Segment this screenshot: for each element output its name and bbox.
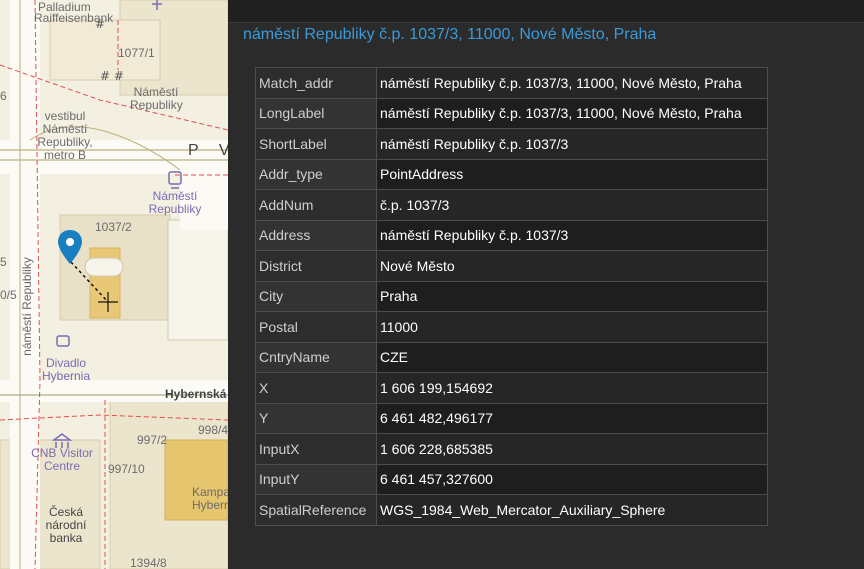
attribute-value[interactable]: CZE — [376, 341, 768, 373]
rail-crossing-icon: # # — [100, 69, 124, 83]
attribute-value[interactable]: náměstí Republiky č.p. 1037/3 — [376, 219, 768, 251]
map-label-ceska-narodni-banka: Česká národní banka — [45, 505, 87, 545]
map-label-building-number: 1037/2 — [95, 220, 132, 234]
attribute-key: Addr_type — [255, 158, 377, 190]
attribute-row: X1 606 199,154692 — [255, 372, 768, 404]
attribute-key: InputX — [255, 433, 377, 465]
map-label-building-number: 997/10 — [108, 462, 145, 476]
attribute-value[interactable]: 6 461 457,327600 — [376, 463, 768, 495]
attribute-value[interactable]: náměstí Republiky č.p. 1037/3 — [376, 128, 768, 160]
map-label-divadlo-hybernia: Divadlo Hybernia — [41, 356, 91, 383]
attribute-key: City — [255, 280, 377, 312]
attribute-value[interactable]: 1 606 199,154692 — [376, 372, 768, 404]
building-block — [167, 219, 228, 341]
attribute-row: InputY 6 461 457,327600 — [255, 463, 768, 495]
attribute-row: Y6 461 482,496177 — [255, 402, 768, 434]
attribute-row: SpatialReference WGS_1984_Web_Mercator_Au… — [255, 494, 768, 526]
popup-header-bar — [228, 0, 864, 23]
attribute-key: CntryName — [255, 341, 377, 373]
identify-popup: náměstí Republiky č.p. 1037/3, 11000, No… — [228, 0, 864, 569]
attribute-key: ShortLabel — [255, 128, 377, 160]
map-label-metro-station: Náměstí Republiky — [148, 189, 202, 216]
map-label-kampa-hybernia: Kampa Hybern — [192, 485, 228, 512]
attribute-key: X — [255, 372, 377, 404]
attribute-row: Addr_type PointAddress — [255, 158, 768, 190]
attribute-value[interactable]: PointAddress — [376, 158, 768, 190]
map-label-edge: 5 — [0, 255, 7, 269]
attribute-key: LongLabel — [255, 97, 377, 129]
map-label-building-number: 1394/8 — [130, 556, 167, 569]
attribute-value[interactable]: Praha — [376, 280, 768, 312]
courtyard-shape — [84, 257, 124, 277]
map-label-raiffeisenbank: Raiffeisenbank — [34, 11, 114, 25]
attribute-key: AddNum — [255, 189, 377, 221]
map-label-namesti-republiky: Náměstí Republiky — [130, 85, 183, 112]
attribute-table: Match_addr náměstí Republiky č.p. 1037/3,… — [255, 67, 768, 526]
attribute-row: Postal 11000 — [255, 311, 768, 343]
attribute-row: Address náměstí Republiky č.p. 1037/3 — [255, 219, 768, 251]
theatre-icon — [56, 335, 70, 347]
attribute-row: ShortLabel náměstí Republiky č.p. 1037/3 — [255, 128, 768, 160]
attribute-row: LongLabel náměstí Republiky č.p. 1037/3, … — [255, 97, 768, 129]
attribute-value[interactable]: Nové Město — [376, 250, 768, 282]
attribute-key: SpatialReference — [255, 494, 377, 526]
attribute-key: Match_addr — [255, 67, 377, 99]
attribute-key: InputY — [255, 463, 377, 495]
attribute-row: InputX 1 606 228,685385 — [255, 433, 768, 465]
attribute-value[interactable]: 6 461 482,496177 — [376, 402, 768, 434]
map-label-edge: 6 — [0, 89, 7, 103]
attribute-value[interactable]: 11000 — [376, 311, 768, 343]
attribute-row: CntryName CZE — [255, 341, 768, 373]
attribute-row: Match_addr náměstí Republiky č.p. 1037/3,… — [255, 67, 768, 99]
popup-title: náměstí Republiky č.p. 1037/3, 11000, No… — [243, 26, 657, 43]
map-label-building-number: 997/2 — [137, 433, 168, 447]
attribute-key: Y — [255, 402, 377, 434]
attribute-value[interactable]: náměstí Republiky č.p. 1037/3, 11000, No… — [376, 67, 768, 99]
map-label-building-number: 1077/1 — [118, 46, 155, 60]
map-label-street: P V O — [188, 142, 228, 159]
map-label-building-number: 998/4 — [198, 423, 228, 437]
attribute-row: AddNum č.p. 1037/3 — [255, 189, 768, 221]
map-label-street-hybernska: Hybernská — [165, 387, 227, 401]
attribute-value[interactable]: náměstí Republiky č.p. 1037/3, 11000, No… — [376, 97, 768, 129]
tram-stop-icon — [168, 171, 182, 189]
attribute-row: District Nové Město — [255, 250, 768, 282]
map-view[interactable]: # # # Palladium Raiffeisenbank 1077/1 Ná… — [0, 0, 228, 569]
map-label-edge: 0/5 — [0, 288, 17, 302]
attribute-key: District — [255, 250, 377, 282]
map-basemap: # # # — [0, 0, 228, 569]
attribute-key: Postal — [255, 311, 377, 343]
attribute-value[interactable]: 1 606 228,685385 — [376, 433, 768, 465]
attribute-value[interactable]: WGS_1984_Web_Mercator_Auxiliary_Sphere — [376, 494, 768, 526]
map-label-street-namesti-republiky: náměstí Republiky — [19, 257, 34, 356]
map-label-vestibul: vestibul Náměstí Republiky, metro B — [37, 109, 93, 162]
attribute-value[interactable]: č.p. 1037/3 — [376, 189, 768, 221]
attribute-row: City Praha — [255, 280, 768, 312]
map-label-cnb-visitor-centre: CNB Visitor Centre — [31, 446, 93, 473]
attribute-key: Address — [255, 219, 377, 251]
